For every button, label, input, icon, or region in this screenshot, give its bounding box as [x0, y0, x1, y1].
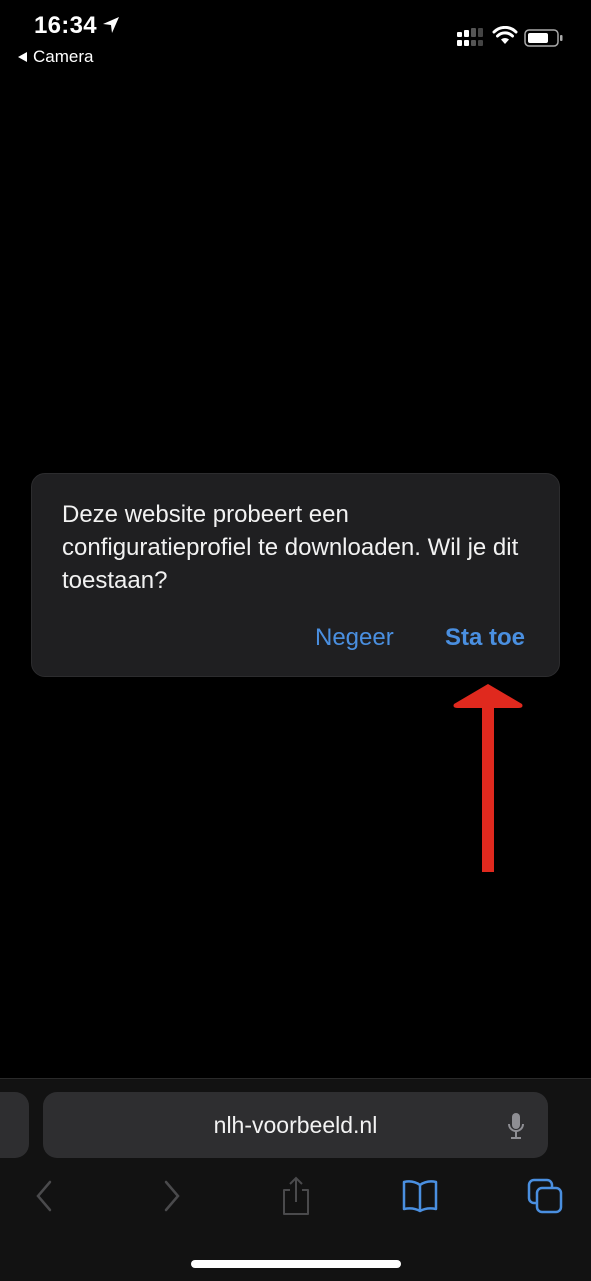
back-triangle-icon [18, 52, 27, 62]
url-text: nlh-voorbeeld.nl [213, 1111, 378, 1138]
alert-message: Deze website probeert een configuratiepr… [62, 501, 519, 594]
share-icon [283, 1176, 309, 1215]
battery-icon [524, 29, 563, 47]
tabs-icon [527, 1178, 563, 1214]
back-to-app-link[interactable]: Camera [18, 47, 93, 67]
forward-button[interactable] [152, 1176, 192, 1216]
forward-icon [164, 1180, 180, 1212]
address-bar[interactable]: nlh-voorbeeld.nl [43, 1092, 548, 1158]
tabs-button[interactable] [525, 1176, 565, 1216]
download-profile-alert: Deze website probeert een configuratiepr… [31, 473, 560, 677]
status-bar: 16:34 Camera [0, 0, 591, 80]
home-indicator[interactable] [191, 1260, 401, 1268]
safari-bottom-bar: nlh-voorbeeld.nl [0, 1078, 591, 1281]
microphone-icon[interactable] [506, 1111, 526, 1141]
status-time: 16:34 [34, 12, 97, 39]
location-arrow-icon [103, 17, 119, 33]
bookmarks-button[interactable] [400, 1176, 440, 1216]
allow-button[interactable]: Sta toe [445, 624, 525, 652]
back-app-label: Camera [33, 47, 94, 66]
ignore-button[interactable]: Negeer [315, 624, 394, 652]
previous-tab-preview[interactable] [0, 1092, 29, 1158]
back-button[interactable] [24, 1176, 64, 1216]
wifi-icon [492, 26, 518, 44]
back-icon [36, 1180, 52, 1212]
share-button[interactable] [276, 1176, 316, 1216]
red-arrow-annotation-icon [453, 684, 523, 872]
bookmarks-icon [402, 1180, 438, 1213]
cellular-signal-icon [457, 28, 483, 46]
